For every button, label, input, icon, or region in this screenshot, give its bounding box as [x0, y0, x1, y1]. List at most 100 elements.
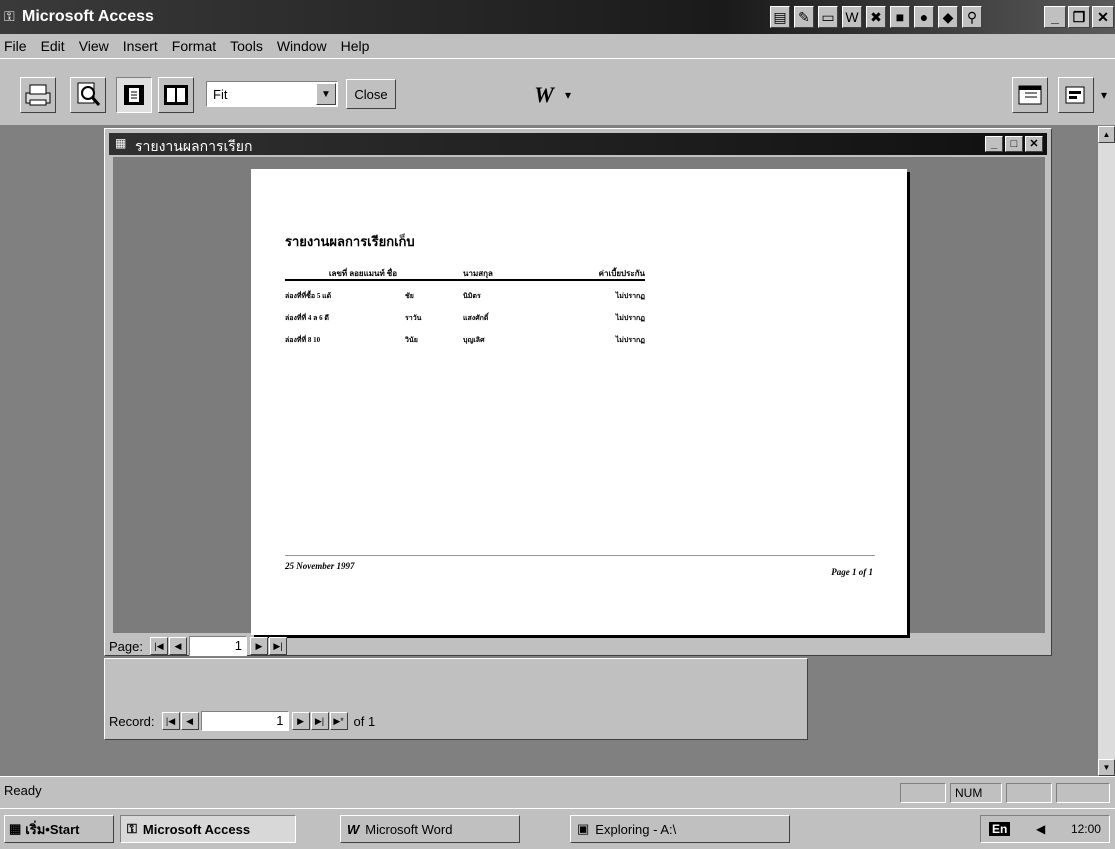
- zoom-magnifier-icon[interactable]: [70, 77, 106, 113]
- table-header-row: เลขที่ ลอยแมนท์ ชื่อ นามสกุล ค่าเบี้ยประ…: [285, 267, 645, 281]
- zoom-select[interactable]: Fit ▼: [206, 81, 338, 107]
- close-preview-button[interactable]: Close: [346, 79, 396, 109]
- column-header: เลขที่ ลอยแมนท์ ชื่อ: [328, 269, 397, 278]
- table-row: ล่องที่ที่ซื้อ 5 แด้ ชัย นิมิตร ไม่ปรากฏ: [285, 285, 645, 307]
- next-page-icon[interactable]: ▶: [249, 637, 268, 655]
- report-title-bar: ▦ รายงานผลการเรียก _ □ ✕: [109, 133, 1047, 155]
- paint-icon[interactable]: ✎: [794, 6, 814, 28]
- menu-window[interactable]: Window: [277, 38, 327, 54]
- one-page-icon[interactable]: [116, 77, 152, 113]
- print-icon[interactable]: [20, 77, 56, 113]
- record-number-input[interactable]: 1: [200, 711, 289, 731]
- previous-record-icon[interactable]: ◀: [180, 712, 199, 730]
- menu-tools[interactable]: Tools: [230, 38, 263, 54]
- status-panel: [1006, 783, 1052, 803]
- page-navigator: Page: |◀ ◀ 1 ▶ ▶|: [109, 635, 709, 657]
- first-page-icon[interactable]: |◀: [149, 637, 168, 655]
- key-icon[interactable]: ⚲: [962, 6, 982, 28]
- task-exploring[interactable]: ▣ Exploring - A:\: [570, 815, 790, 843]
- clock[interactable]: 12:00: [1071, 822, 1101, 836]
- app-key-icon: ⚿: [4, 8, 15, 24]
- next-record-icon[interactable]: ▶: [291, 712, 310, 730]
- menu-help[interactable]: Help: [341, 38, 370, 54]
- windows-logo-icon: ▦: [9, 821, 22, 836]
- table-cell: นิมิตร: [463, 291, 481, 300]
- vertical-scrollbar[interactable]: ▲ ▼: [1098, 126, 1115, 776]
- last-record-icon[interactable]: ▶|: [310, 712, 329, 730]
- report-footer-page: Page 1 of 1: [831, 567, 873, 577]
- report-maximize-button[interactable]: □: [1005, 136, 1023, 152]
- new-object-dropdown-icon[interactable]: ▾: [1096, 77, 1112, 113]
- scroll-down-icon[interactable]: ▼: [1098, 759, 1115, 776]
- menu-insert[interactable]: Insert: [123, 38, 158, 54]
- chevron-down-icon[interactable]: ▼: [316, 83, 336, 105]
- num-lock-indicator: NUM: [950, 783, 1002, 803]
- report-heading: รายงานผลการเรียกเก็บ: [285, 234, 415, 249]
- window-icon[interactable]: ▭: [818, 6, 838, 28]
- schedule-icon[interactable]: ●: [914, 6, 934, 28]
- table-cell: ล่องที่ที่ซื้อ 5 แด้: [285, 291, 332, 300]
- page-number-input[interactable]: 1: [188, 636, 247, 656]
- scroll-up-icon[interactable]: ▲: [1098, 126, 1115, 143]
- print-preview-toolbar: Fit ▼ Close W ▾ ▾: [0, 58, 1115, 126]
- key-icon: ⚿: [127, 821, 137, 836]
- folder-icon: ▣: [577, 821, 590, 836]
- menu-view[interactable]: View: [79, 38, 109, 54]
- start-button[interactable]: ▦ เริ่ม•Start: [4, 815, 114, 843]
- table-cell: ราวัน: [405, 313, 422, 322]
- column-header: นามสกุล: [463, 269, 493, 278]
- report-page[interactable]: รายงานผลการเรียกเก็บ เลขที่ ลอยแมนท์ ชื่…: [251, 169, 907, 635]
- book-icon[interactable]: ◆: [938, 6, 958, 28]
- app-minimize-button[interactable]: _: [1044, 6, 1066, 28]
- database-window-icon[interactable]: [1012, 77, 1048, 113]
- language-indicator[interactable]: En: [989, 822, 1011, 836]
- menu-bar: File Edit View Insert Format Tools Windo…: [0, 34, 1115, 58]
- taskbar: ▦ เริ่ม•Start ⚿ Microsoft Access W Micro…: [0, 808, 1115, 849]
- report-footer-date: 25 November 1997: [285, 561, 355, 571]
- report-close-button[interactable]: ✕: [1025, 136, 1043, 152]
- previous-page-icon[interactable]: ◀: [168, 637, 187, 655]
- task-label: Microsoft Word: [365, 821, 453, 837]
- task-microsoft-access[interactable]: ⚿ Microsoft Access: [120, 815, 296, 843]
- table-cell: ชัย: [405, 291, 414, 300]
- office-links-dropdown-icon[interactable]: ▾: [560, 77, 576, 113]
- menu-edit[interactable]: Edit: [41, 38, 65, 54]
- new-object-icon[interactable]: [1058, 77, 1094, 113]
- table-cell: บุญเลิศ: [463, 335, 485, 344]
- speaker-icon[interactable]: ◀: [1036, 822, 1045, 836]
- new-record-icon[interactable]: ▶*: [329, 712, 348, 730]
- powerpoint-icon[interactable]: ■: [890, 6, 910, 28]
- excel-icon[interactable]: ✖: [866, 6, 886, 28]
- table-cell: ล่องที่ที่ 4 ล 6 ดี: [285, 313, 329, 322]
- status-bar: Ready NUM: [0, 776, 1115, 808]
- table-row: ล่องที่ที่ 8 10 วินัย บุญเลิศ ไม่ปรากฏ: [285, 329, 645, 351]
- report-canvas: รายงานผลการเรียกเก็บ เลขที่ ลอยแมนท์ ชื่…: [113, 157, 1045, 635]
- column-header: [405, 267, 463, 279]
- menu-format[interactable]: Format: [172, 38, 216, 54]
- record-navigator: Record: |◀ ◀ 1 ▶ ▶| ▶* of 1: [109, 711, 375, 731]
- last-page-icon[interactable]: ▶|: [268, 637, 287, 655]
- app-title: Microsoft Access: [22, 8, 154, 25]
- first-record-icon[interactable]: |◀: [161, 712, 180, 730]
- doc-icon[interactable]: ▤: [770, 6, 790, 28]
- office-links-word-icon[interactable]: W: [526, 77, 562, 113]
- column-header: ค่าเบี้ยประกัน: [598, 269, 645, 278]
- app-close-button[interactable]: ✕: [1092, 6, 1114, 28]
- two-pages-icon[interactable]: [158, 77, 194, 113]
- footer-divider: [285, 555, 875, 556]
- app-restore-button[interactable]: ❐: [1068, 6, 1090, 28]
- table-cell: ไม่ปรากฏ: [615, 291, 645, 300]
- word-icon[interactable]: W: [842, 6, 862, 28]
- table-cell: ไม่ปรากฏ: [615, 335, 645, 344]
- form-window: Record: |◀ ◀ 1 ▶ ▶| ▶* of 1: [104, 658, 808, 740]
- table-cell: วินัย: [405, 335, 418, 344]
- table-row: ล่องที่ที่ 4 ล 6 ดี ราวัน แสงศักดิ์ ไม่ป…: [285, 307, 645, 329]
- menu-file[interactable]: File: [4, 38, 27, 54]
- status-panel: [900, 783, 946, 803]
- report-table: เลขที่ ลอยแมนท์ ชื่อ นามสกุล ค่าเบี้ยประ…: [285, 267, 645, 351]
- task-microsoft-word[interactable]: W Microsoft Word: [340, 815, 520, 843]
- start-label: เริ่ม•Start: [25, 821, 80, 837]
- table-cell: ไม่ปรากฏ: [615, 313, 645, 322]
- report-window-icon: ▦: [115, 136, 127, 150]
- report-minimize-button[interactable]: _: [985, 136, 1003, 152]
